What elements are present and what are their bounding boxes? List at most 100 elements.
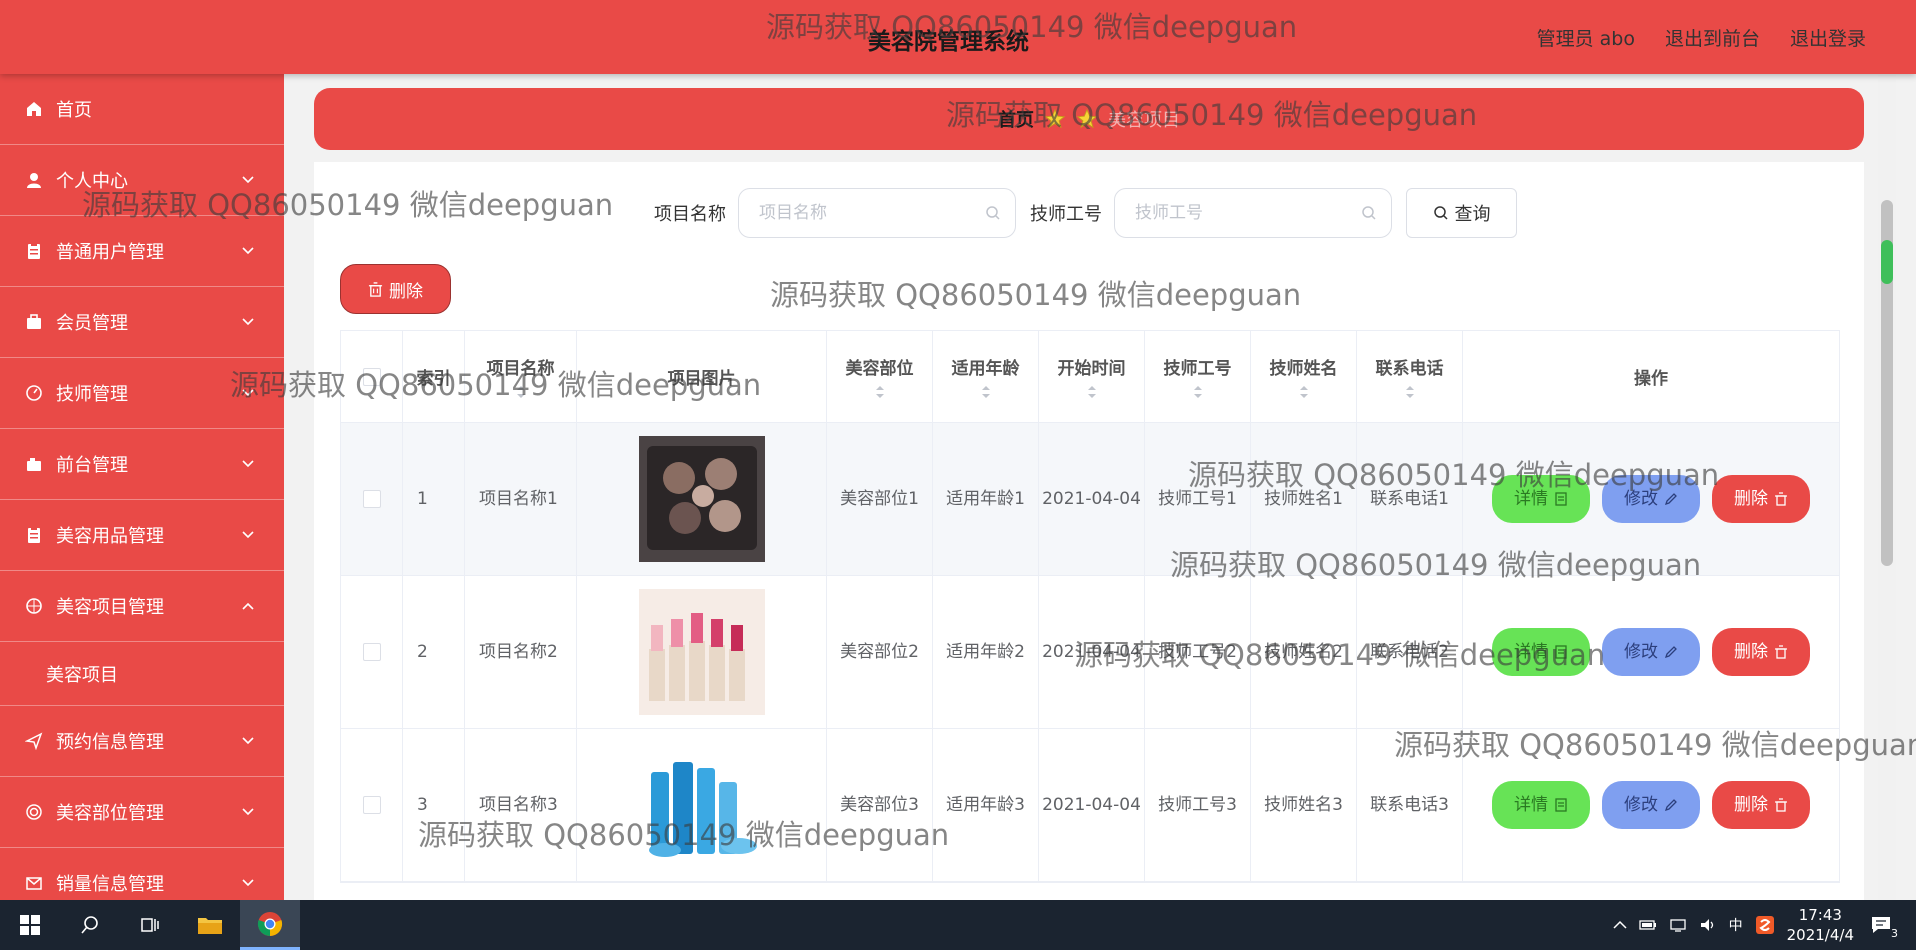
notification-center-button[interactable]: 3 bbox=[1866, 910, 1898, 940]
edit-button[interactable]: 修改 bbox=[1602, 475, 1700, 523]
sidebar-item-sales[interactable]: 销量信息管理 bbox=[0, 848, 284, 900]
edit-button[interactable]: 修改 bbox=[1602, 628, 1700, 676]
sidebar-item-users[interactable]: 普通用户管理 bbox=[0, 216, 284, 287]
eyeshadow-palette-image[interactable] bbox=[638, 436, 765, 562]
sidebar-item-technicians[interactable]: 技师管理 bbox=[0, 358, 284, 429]
cell-tech-no: 技师工号1 bbox=[1145, 423, 1251, 575]
col-name[interactable]: 项目名称 bbox=[465, 331, 577, 422]
cell-name: 项目名称1 bbox=[465, 423, 577, 575]
target-icon bbox=[24, 802, 44, 822]
search-icon bbox=[1362, 206, 1376, 220]
col-phone[interactable]: 联系电话 bbox=[1357, 331, 1463, 422]
logout-link[interactable]: 退出登录 bbox=[1790, 24, 1866, 51]
chevron-up-icon[interactable] bbox=[1613, 920, 1627, 930]
query-button[interactable]: 查询 bbox=[1406, 188, 1517, 238]
col-index[interactable]: 索引 bbox=[403, 331, 465, 422]
col-start[interactable]: 开始时间 bbox=[1039, 331, 1145, 422]
briefcase-icon bbox=[24, 312, 44, 332]
breadcrumb-home[interactable]: 首页 bbox=[998, 106, 1034, 132]
file-explorer-button[interactable] bbox=[180, 900, 240, 950]
row-checkbox[interactable] bbox=[362, 796, 381, 814]
sidebar-item-label: 个人中心 bbox=[56, 171, 128, 192]
chrome-button[interactable] bbox=[240, 900, 300, 950]
delete-button[interactable]: 删除 bbox=[1712, 628, 1810, 676]
project-name-input[interactable] bbox=[759, 203, 985, 223]
task-view-button[interactable] bbox=[120, 900, 180, 950]
delete-button[interactable]: 删除 bbox=[1712, 781, 1810, 829]
chrome-icon bbox=[257, 911, 283, 936]
col-tech-no[interactable]: 技师工号 bbox=[1145, 331, 1251, 422]
pencil-icon bbox=[1664, 646, 1677, 659]
edit-label: 修改 bbox=[1624, 489, 1658, 509]
clipboard-icon bbox=[24, 241, 44, 261]
sort-icon bbox=[516, 386, 525, 398]
cell-phone: 联系电话3 bbox=[1357, 729, 1463, 881]
detail-button[interactable]: 详情 bbox=[1492, 781, 1590, 829]
sidebar-item-members[interactable]: 会员管理 bbox=[0, 287, 284, 358]
chevron-down-icon bbox=[240, 733, 256, 749]
skincare-set-image[interactable] bbox=[638, 742, 765, 868]
sidebar-item-label: 美容部位管理 bbox=[56, 803, 164, 824]
battery-icon[interactable] bbox=[1638, 918, 1657, 932]
col-part[interactable]: 美容部位 bbox=[827, 331, 933, 422]
batch-delete-button[interactable]: 删除 bbox=[340, 264, 451, 314]
sidebar-item-label: 普通用户管理 bbox=[56, 242, 164, 263]
row-checkbox[interactable] bbox=[362, 643, 381, 661]
chevron-down-icon bbox=[240, 243, 256, 259]
row-select-cell bbox=[341, 576, 403, 728]
query-button-label: 查询 bbox=[1454, 204, 1491, 225]
chevron-down-icon bbox=[240, 804, 256, 820]
volume-icon[interactable] bbox=[1699, 918, 1717, 932]
batch-delete-label: 删除 bbox=[389, 281, 423, 302]
vertical-scrollbar[interactable] bbox=[1878, 74, 1896, 900]
pencil-icon bbox=[1664, 799, 1677, 812]
sogou-input-icon[interactable] bbox=[1755, 915, 1775, 935]
star-icon bbox=[1076, 108, 1098, 129]
col-part-label: 美容部位 bbox=[845, 359, 914, 379]
cell-actions: 详情 修改 删除 bbox=[1463, 729, 1839, 881]
clock[interactable]: 17:43 2021/4/4 bbox=[1787, 905, 1854, 945]
sidebar-item-beauty-parts[interactable]: 美容部位管理 bbox=[0, 777, 284, 848]
sidebar-item-label: 技师管理 bbox=[56, 384, 128, 405]
chevron-down-icon bbox=[240, 875, 256, 891]
aperture-icon bbox=[24, 596, 44, 616]
select-all-checkbox[interactable] bbox=[362, 367, 381, 386]
lipstick-image[interactable] bbox=[638, 589, 765, 715]
sidebar-item-home[interactable]: 首页 bbox=[0, 74, 284, 145]
breadcrumb: 首页 美容项目 bbox=[314, 88, 1864, 150]
col-tech-name[interactable]: 技师姓名 bbox=[1251, 331, 1357, 422]
exit-to-front-link[interactable]: 退出到前台 bbox=[1665, 24, 1760, 51]
clipboard-icon bbox=[24, 525, 44, 545]
network-icon[interactable] bbox=[1669, 918, 1687, 932]
admin-username: 管理员 abo bbox=[1536, 28, 1635, 50]
sidebar-item-appointments[interactable]: 预约信息管理 bbox=[0, 706, 284, 777]
detail-button[interactable]: 详情 bbox=[1492, 628, 1590, 676]
cell-tech-no: 技师工号2 bbox=[1145, 576, 1251, 728]
user-icon bbox=[24, 170, 44, 190]
cell-image bbox=[577, 423, 827, 575]
sidebar-item-beauty-supplies[interactable]: 美容用品管理 bbox=[0, 500, 284, 571]
tech-no-input[interactable] bbox=[1135, 203, 1361, 223]
sort-icon bbox=[875, 386, 884, 398]
cell-tech-name: 技师姓名1 bbox=[1251, 423, 1357, 575]
sidebar-item-front-desk[interactable]: 前台管理 bbox=[0, 429, 284, 500]
detail-label: 详情 bbox=[1514, 489, 1548, 509]
col-actions: 操作 bbox=[1463, 331, 1839, 422]
col-tech-name-label: 技师姓名 bbox=[1269, 359, 1338, 379]
sort-icon bbox=[1087, 386, 1096, 398]
start-button[interactable] bbox=[0, 900, 60, 950]
pencil-icon bbox=[1664, 493, 1677, 506]
detail-button[interactable]: 详情 bbox=[1492, 475, 1590, 523]
app-title: 美容院管理系统 bbox=[868, 29, 1029, 55]
row-checkbox[interactable] bbox=[362, 490, 381, 508]
sidebar-item-beauty-projects[interactable]: 美容项目管理 bbox=[0, 571, 284, 642]
edit-button[interactable]: 修改 bbox=[1602, 781, 1700, 829]
delete-button[interactable]: 删除 bbox=[1712, 475, 1810, 523]
sidebar-subitem-beauty-project[interactable]: 美容项目 bbox=[0, 642, 284, 706]
sidebar-item-label: 会员管理 bbox=[56, 313, 128, 334]
sidebar-item-personal-center[interactable]: 个人中心 bbox=[0, 145, 284, 216]
ime-indicator[interactable]: 中 bbox=[1729, 915, 1743, 935]
col-age[interactable]: 适用年龄 bbox=[933, 331, 1039, 422]
taskbar-search-button[interactable] bbox=[60, 900, 120, 950]
chevron-up-icon bbox=[240, 598, 256, 614]
